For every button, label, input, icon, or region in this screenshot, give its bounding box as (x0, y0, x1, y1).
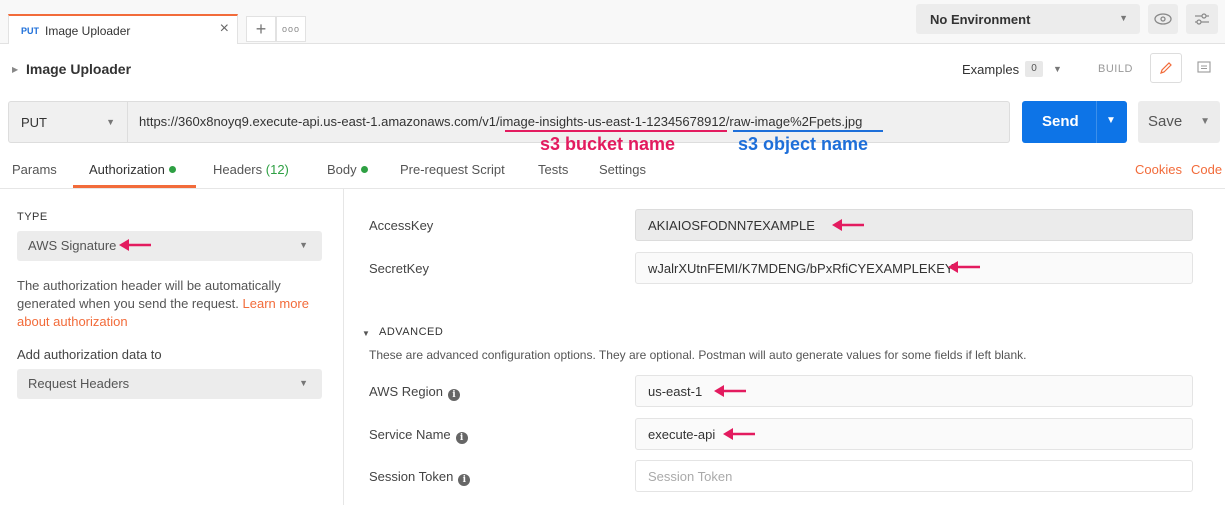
tab-body-label: Body (327, 162, 357, 177)
tab-authorization[interactable]: Authorization (89, 162, 176, 177)
access-key-field[interactable]: AKIAIOSFODNN7EXAMPLE (635, 209, 1193, 241)
chevron-down-icon: ▼ (299, 240, 308, 250)
edit-button[interactable] (1150, 53, 1182, 83)
info-icon[interactable]: i (447, 389, 460, 401)
annotation-arrow (723, 428, 755, 440)
chevron-down-icon[interactable]: ▼ (1200, 116, 1210, 127)
bucket-underline (505, 130, 727, 132)
tab-method: PUT (21, 26, 39, 36)
examples-label[interactable]: Examples (962, 62, 1019, 77)
pencil-icon (1160, 62, 1172, 74)
session-token-placeholder: Session Token (648, 469, 733, 484)
comments-button[interactable] (1188, 53, 1220, 83)
auth-description: The authorization header will be automat… (17, 277, 327, 331)
info-icon[interactable]: i (458, 474, 471, 486)
secret-key-field[interactable]: wJalrXUtnFEMI/K7MDENG/bPxRfiCYEXAMPLEKEY (635, 252, 1193, 284)
tab-prerequest-script[interactable]: Pre-request Script (400, 162, 505, 177)
build-label: BUILD (1098, 63, 1133, 75)
access-key-value: AKIAIOSFODNN7EXAMPLE (648, 218, 815, 233)
send-button[interactable]: Send ▼ (1022, 101, 1127, 143)
session-token-field[interactable]: Session Token (635, 460, 1193, 492)
sliders-icon (1195, 13, 1209, 25)
advanced-description: These are advanced configuration options… (369, 348, 1027, 362)
more-tabs-button[interactable]: ooo (276, 16, 306, 42)
cookies-link[interactable]: Cookies (1135, 162, 1182, 177)
aws-region-label-text: AWS Region (369, 384, 443, 399)
new-tab-button[interactable]: + (246, 16, 276, 42)
save-label: Save (1148, 113, 1183, 130)
request-tab[interactable]: PUT Image Uploader × (8, 14, 238, 44)
save-button[interactable]: Save ▼ (1138, 101, 1220, 143)
add-auth-label: Add authorization data to (17, 347, 162, 362)
status-dot (168, 166, 176, 173)
session-token-label: Session Token i (369, 469, 471, 486)
chevron-down-icon[interactable]: ▼ (1053, 64, 1062, 74)
service-name-value: execute-api (648, 427, 716, 442)
environment-label: No Environment (930, 12, 1031, 27)
manage-environments-button[interactable] (1186, 4, 1218, 34)
chevron-down-icon: ▼ (299, 378, 308, 388)
service-name-label: Service Name i (369, 427, 468, 444)
eye-icon (1154, 13, 1172, 25)
send-label: Send (1042, 113, 1079, 130)
environment-select[interactable]: No Environment ▼ (916, 4, 1140, 34)
info-icon[interactable]: i (455, 432, 468, 444)
chevron-down-icon: ▼ (106, 117, 115, 127)
aws-region-label: AWS Region i (369, 384, 460, 401)
tab-name: Image Uploader (45, 24, 131, 38)
method-label: PUT (21, 115, 47, 130)
bucket-annotation: s3 bucket name (540, 134, 676, 154)
comment-icon (1197, 61, 1211, 73)
annotation-arrow (948, 261, 980, 273)
url-value[interactable]: https://360x8noyq9.execute-api.us-east-1… (139, 114, 862, 129)
collapse-triangle-icon[interactable]: ▼ (362, 329, 370, 338)
tab-params[interactable]: Params (12, 162, 57, 177)
service-name-field[interactable]: execute-api (635, 418, 1193, 450)
request-title: Image Uploader (26, 61, 132, 77)
method-select[interactable]: PUT ▼ (8, 101, 128, 143)
status-dot (360, 166, 368, 173)
advanced-label[interactable]: ADVANCED (379, 326, 443, 338)
collapse-triangle-icon[interactable]: ▶ (12, 65, 18, 74)
type-label: TYPE (17, 211, 48, 223)
session-token-label-text: Session Token (369, 469, 454, 484)
object-annotation: s3 object name (738, 134, 869, 154)
object-underline (733, 130, 883, 132)
code-link[interactable]: Code (1191, 162, 1222, 177)
tab-headers-label: Headers (213, 162, 263, 177)
tab-body[interactable]: Body (327, 162, 368, 177)
tab-tests[interactable]: Tests (538, 162, 568, 177)
secret-key-value: wJalrXUtnFEMI/K7MDENG/bPxRfiCYEXAMPLEKEY (648, 261, 954, 276)
annotation-arrow (714, 385, 746, 397)
service-name-label-text: Service Name (369, 427, 451, 442)
close-icon[interactable]: × (220, 20, 229, 38)
auth-type-select[interactable]: AWS Signature ▼ (17, 231, 322, 261)
chevron-down-icon: ▼ (1119, 13, 1128, 23)
auth-type-value: AWS Signature (28, 238, 117, 253)
tab-headers[interactable]: Headers (12) (213, 162, 289, 177)
environment-quick-look-button[interactable] (1148, 4, 1178, 34)
annotation-arrow (119, 239, 151, 251)
tab-authorization-label: Authorization (89, 162, 165, 177)
annotation-arrow (832, 219, 864, 231)
add-auth-value: Request Headers (28, 376, 130, 391)
aws-region-value: us-east-1 (648, 384, 703, 399)
plus-icon: + (255, 19, 267, 39)
examples-count-badge: 0 (1025, 61, 1043, 77)
send-divider (1096, 101, 1097, 143)
more-icon: ooo (281, 24, 301, 34)
access-key-label: AccessKey (369, 218, 434, 233)
add-auth-select[interactable]: Request Headers ▼ (17, 369, 322, 399)
auth-description-text: The authorization header will be automat… (17, 278, 281, 311)
secret-key-label: SecretKey (369, 261, 429, 276)
tab-settings[interactable]: Settings (599, 162, 646, 177)
headers-count: (12) (265, 162, 289, 177)
chevron-down-icon[interactable]: ▼ (1106, 115, 1116, 126)
